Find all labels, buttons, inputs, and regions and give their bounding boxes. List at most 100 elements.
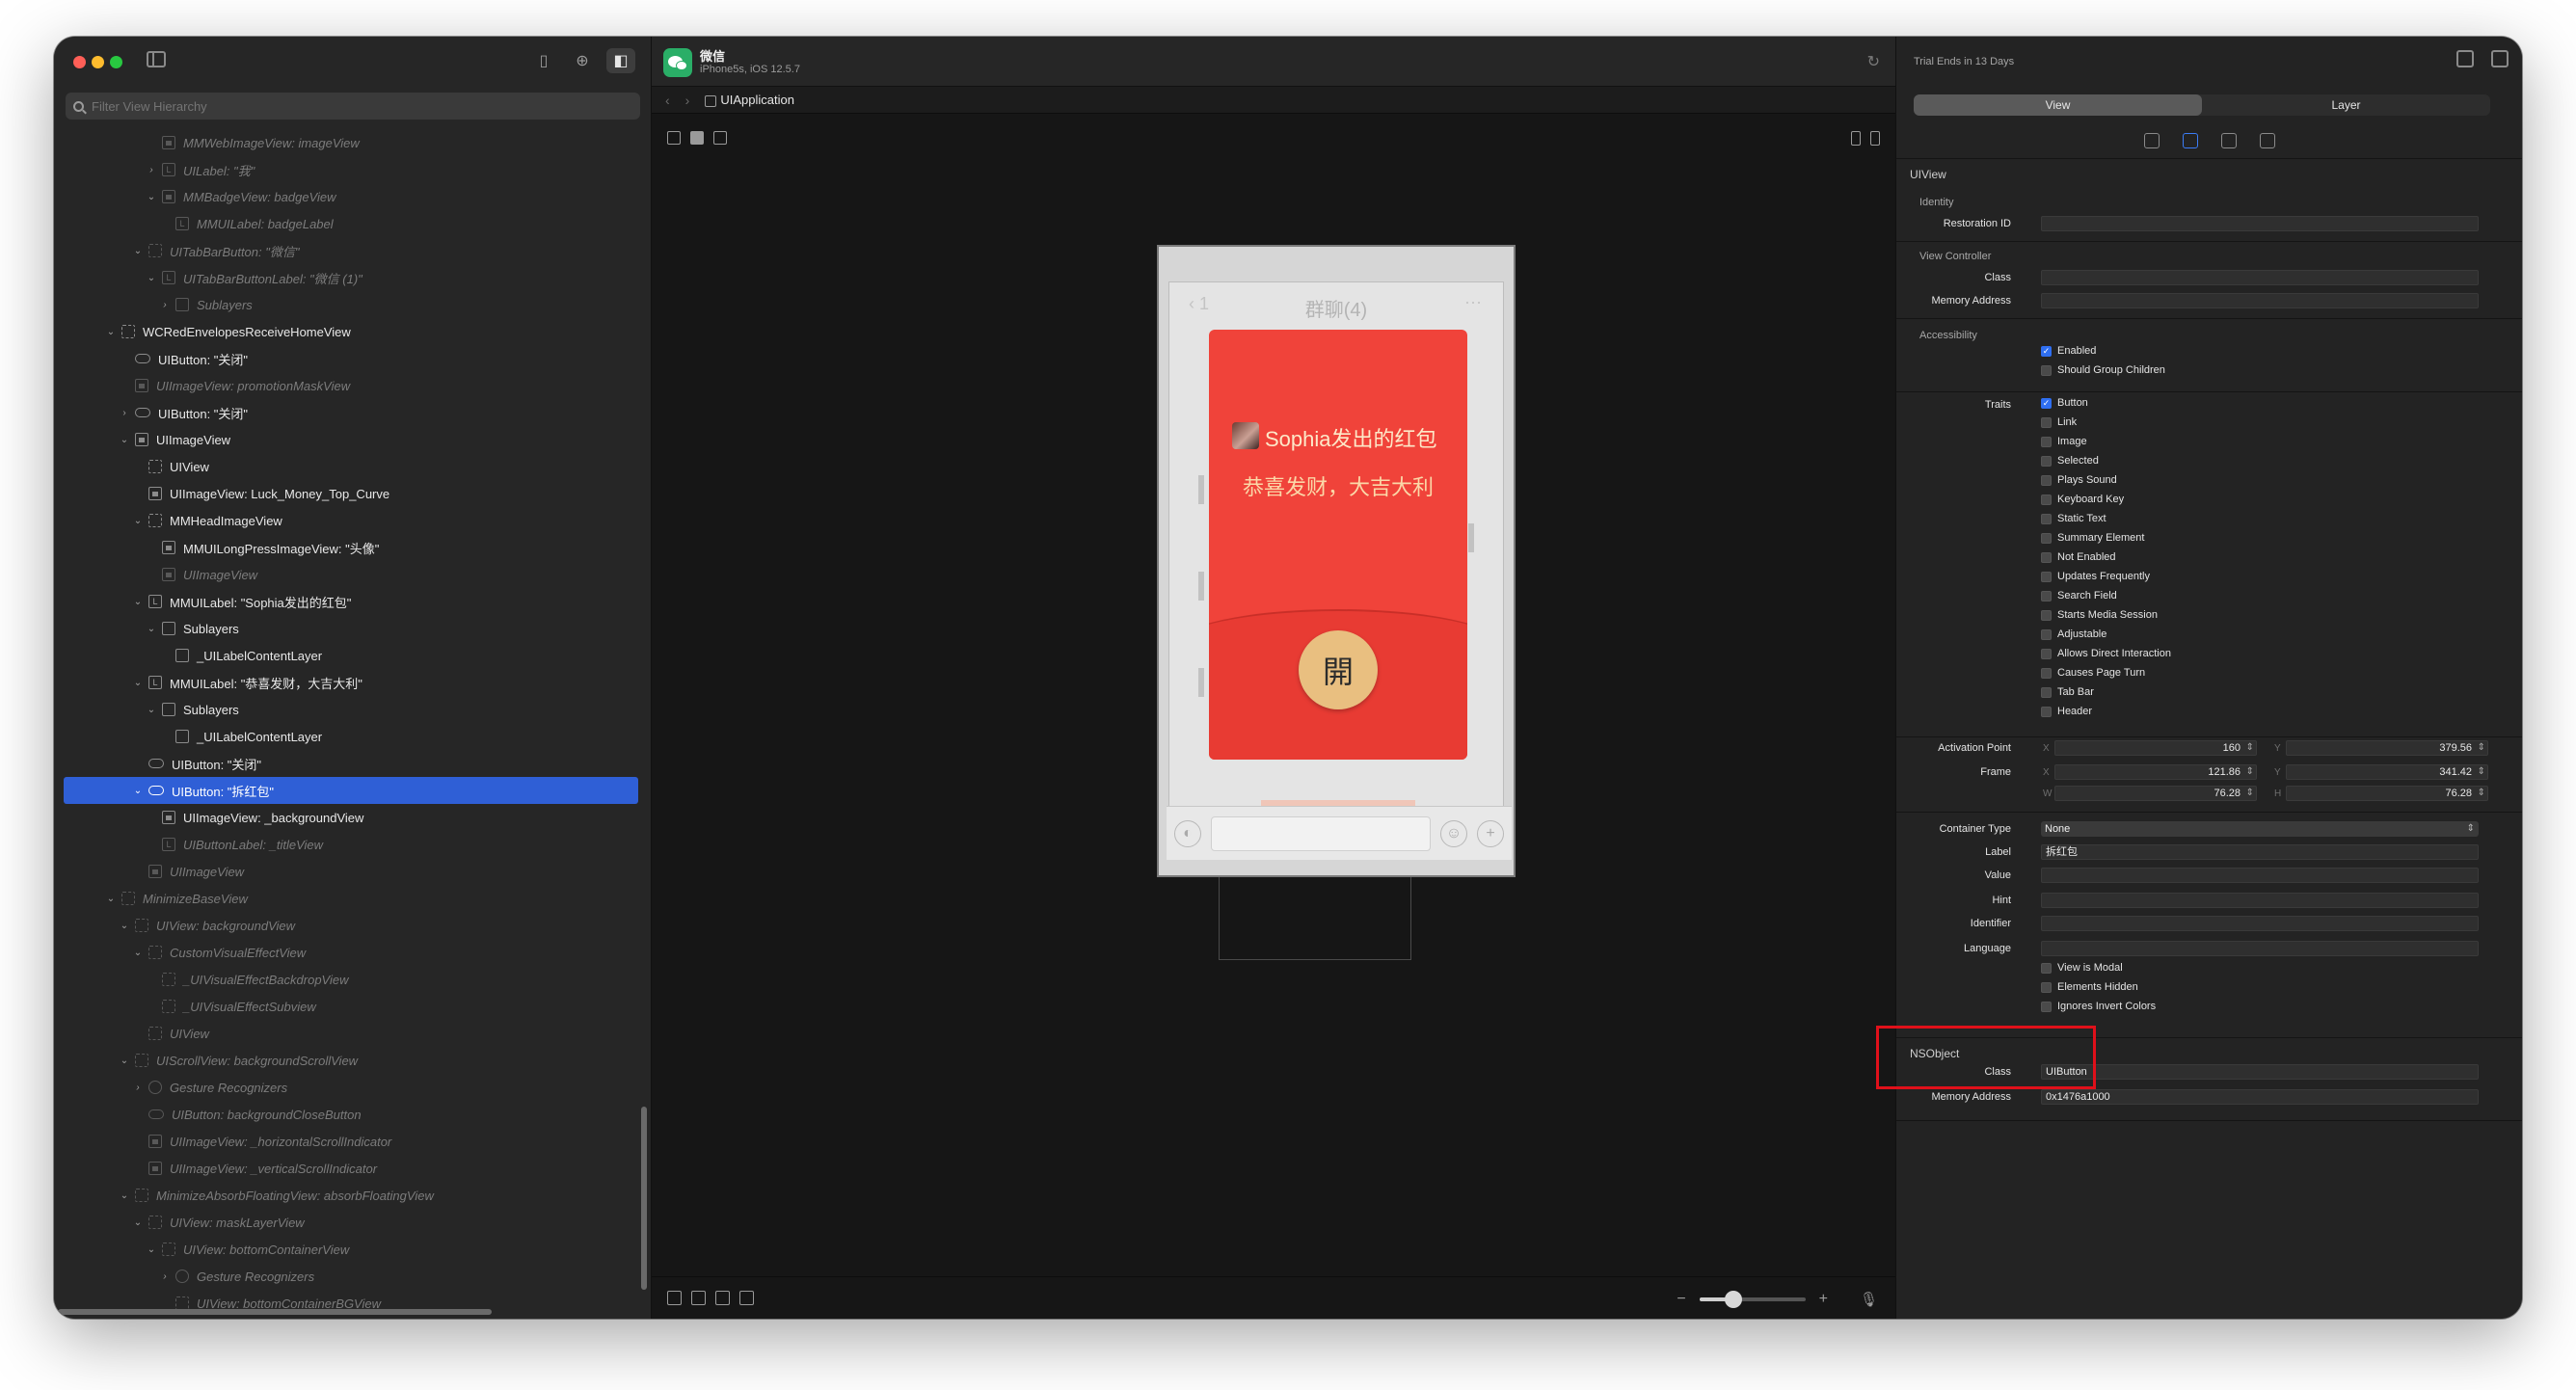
microphone-icon[interactable]: 🎙	[1860, 1291, 1878, 1308]
attributes-inspector-icon[interactable]	[2182, 133, 2198, 148]
checkbox[interactable]	[2041, 981, 2052, 993]
device-preview[interactable]: ‹ 1 群聊(4) ··· Sophia发出的红包 恭喜发财，大吉大利 開 × …	[1157, 245, 1516, 877]
checkbox[interactable]	[2041, 609, 2052, 621]
checkbox-row[interactable]: Adjustable	[2041, 628, 2106, 640]
tree-row[interactable]: ⌄ MMBadgeView: badgeView	[54, 183, 652, 210]
clip-icon[interactable]	[715, 1291, 730, 1305]
restoration-id-field[interactable]	[2041, 216, 2479, 231]
checkbox-row[interactable]: View is Modal	[2041, 962, 2123, 974]
tree-row[interactable]: UIButton: "关闭"	[54, 345, 652, 372]
tree-row[interactable]: ⌄ UIView: maskLayerView	[54, 1209, 652, 1236]
checkbox-row[interactable]: Ignores Invert Colors	[2041, 1001, 2156, 1012]
content-icon[interactable]	[690, 131, 704, 145]
forward-arrow-icon[interactable]: ›	[685, 93, 690, 108]
zoom-window-button[interactable]	[110, 56, 122, 68]
checkbox[interactable]	[2041, 513, 2052, 524]
tree-row[interactable]: ⌄ Sublayers	[54, 696, 652, 723]
outline-icon[interactable]	[739, 1291, 754, 1305]
tree-row[interactable]: ⌄ L MMUILabel: "恭喜发财，大吉大利"	[54, 669, 652, 696]
tree-row[interactable]: UIImageView: promotionMaskView	[54, 372, 652, 399]
horizontal-scrollbar[interactable]	[58, 1309, 492, 1315]
tree-row[interactable]: › Gesture Recognizers	[54, 1074, 652, 1101]
tree-row-selected[interactable]: ⌄ UIButton: "拆红包"	[64, 777, 638, 804]
tree-row[interactable]: ⌄ MinimizeBaseView	[54, 885, 652, 912]
disclosure-collapsed-icon[interactable]: ›	[131, 1083, 145, 1093]
frame-icon[interactable]	[667, 1291, 682, 1305]
disclosure-expanded-icon[interactable]: ⌄	[118, 1190, 131, 1201]
disclosure-expanded-icon[interactable]: ⌄	[131, 516, 145, 526]
tree-row[interactable]: UIImageView	[54, 858, 652, 885]
tree-row[interactable]: › L UILabel: "我"	[54, 156, 652, 183]
tree-row[interactable]: › UIButton: "关闭"	[54, 399, 652, 426]
nsobject-class-field[interactable]: UIButton	[2041, 1064, 2479, 1080]
breadcrumb[interactable]: UIApplication	[705, 93, 794, 107]
value-field[interactable]	[2041, 868, 2479, 883]
tree-row[interactable]: _UIVisualEffectBackdropView	[54, 966, 652, 993]
checkbox[interactable]	[2041, 571, 2052, 582]
tab-layer[interactable]: Layer	[2202, 94, 2490, 116]
disclosure-collapsed-icon[interactable]: ›	[145, 165, 158, 175]
checkbox[interactable]	[2041, 494, 2052, 505]
checkbox-row[interactable]: Header	[2041, 706, 2092, 717]
disclosure-expanded-icon[interactable]: ⌄	[145, 1244, 158, 1255]
frame-y-field[interactable]: 341.42	[2286, 764, 2488, 780]
disclosure-expanded-icon[interactable]: ⌄	[118, 1056, 131, 1066]
disclosure-expanded-icon[interactable]: ⌄	[118, 921, 131, 931]
tree-row[interactable]: ⌄ UIImageView	[54, 426, 652, 453]
checkbox-row[interactable]: Selected	[2041, 455, 2099, 467]
open-envelope-button[interactable]: 開	[1299, 630, 1378, 709]
disclosure-collapsed-icon[interactable]: ›	[118, 408, 131, 418]
tree-row[interactable]: UIImageView	[54, 561, 652, 588]
checkbox-row[interactable]: Plays Sound	[2041, 474, 2117, 486]
disclosure-expanded-icon[interactable]: ⌄	[145, 192, 158, 202]
disclosure-expanded-icon[interactable]: ⌄	[145, 624, 158, 634]
disclosure-expanded-icon[interactable]: ⌄	[131, 786, 145, 796]
checkbox-row[interactable]: ✓ Button	[2041, 397, 2088, 409]
tree-row[interactable]: UIButton: "关闭"	[54, 750, 652, 777]
tree-row[interactable]: UIImageView: _backgroundView	[54, 804, 652, 831]
refresh-icon[interactable]: ↻	[1867, 52, 1880, 71]
checkbox-row[interactable]: Tab Bar	[2041, 686, 2094, 698]
frame-w-field[interactable]: 76.28	[2054, 786, 2257, 801]
tree-row[interactable]: ⌄ UITabBarButton: "微信"	[54, 237, 652, 264]
disclosure-expanded-icon[interactable]: ⌄	[131, 948, 145, 958]
tree-row[interactable]: UIButton: backgroundCloseButton	[54, 1101, 652, 1128]
checkbox[interactable]	[2041, 455, 2052, 467]
device-portrait-icon[interactable]	[1851, 131, 1861, 146]
label-field[interactable]: 拆红包	[2041, 844, 2479, 860]
tree-row[interactable]: MMWebImageView: imageView	[54, 129, 652, 156]
checkbox-row[interactable]: Summary Element	[2041, 532, 2144, 544]
bounds-icon[interactable]	[691, 1291, 706, 1305]
checkbox[interactable]	[2041, 532, 2052, 544]
tree-row[interactable]: › Sublayers	[54, 291, 652, 318]
layout-toggle-icon[interactable]: ◧	[606, 48, 635, 73]
tree-row[interactable]: UIImageView: _horizontalScrollIndicator	[54, 1128, 652, 1155]
document-icon[interactable]: ▯	[529, 48, 558, 73]
tree-row[interactable]: UIImageView: _verticalScrollIndicator	[54, 1155, 652, 1182]
checkbox-row[interactable]: Static Text	[2041, 513, 2106, 524]
checkbox[interactable]	[2041, 1001, 2052, 1012]
checkbox-row[interactable]: Elements Hidden	[2041, 981, 2138, 993]
checkbox-row[interactable]: Not Enabled	[2041, 551, 2116, 563]
checkbox-row[interactable]: Keyboard Key	[2041, 494, 2124, 505]
download-icon[interactable]: ⊕	[568, 48, 597, 73]
disclosure-expanded-icon[interactable]: ⌄	[145, 705, 158, 715]
tab-view[interactable]: View	[1914, 94, 2202, 116]
tree-row[interactable]: _UILabelContentLayer	[54, 723, 652, 750]
filter-input[interactable]	[92, 98, 612, 114]
disclosure-expanded-icon[interactable]: ⌄	[131, 246, 145, 256]
tree-row[interactable]: L MMUILabel: badgeLabel	[54, 210, 652, 237]
checkbox[interactable]	[2041, 551, 2052, 563]
back-arrow-icon[interactable]: ‹	[665, 93, 670, 108]
tree-row[interactable]: ⌄ CustomVisualEffectView	[54, 939, 652, 966]
checkbox-row[interactable]: Causes Page Turn	[2041, 667, 2145, 679]
checkbox[interactable]	[2041, 667, 2052, 679]
checkbox-row[interactable]: Allows Direct Interaction	[2041, 648, 2171, 659]
nsobject-memory-field[interactable]: 0x1476a1000	[2041, 1089, 2479, 1105]
checkbox[interactable]	[2041, 590, 2052, 601]
tree-row[interactable]: L UIButtonLabel: _titleView	[54, 831, 652, 858]
disclosure-collapsed-icon[interactable]: ›	[158, 1271, 172, 1282]
tree-row[interactable]: ⌄ WCRedEnvelopesReceiveHomeView	[54, 318, 652, 345]
checkbox-row[interactable]: ✓ Enabled	[2041, 345, 2096, 357]
red-envelope[interactable]: Sophia发出的红包 恭喜发财，大吉大利 開	[1209, 330, 1467, 760]
